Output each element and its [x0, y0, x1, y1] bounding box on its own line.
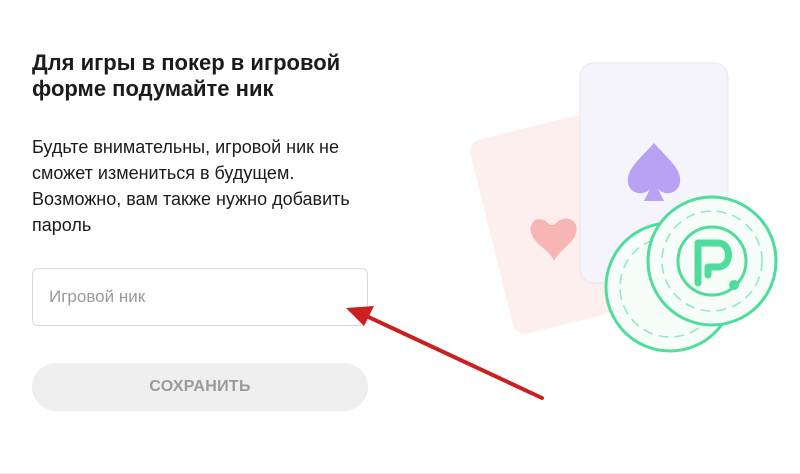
form-description: Будьте внимательны, игровой ник не сможе… — [32, 137, 350, 235]
save-button[interactable]: СОХРАНИТЬ — [32, 363, 368, 411]
page-title: Для игры в покер в игровой форме подумай… — [32, 50, 341, 101]
nickname-page: Для игры в покер в игровой форме подумай… — [0, 0, 800, 474]
nickname-input[interactable] — [32, 268, 368, 326]
poker-illustration — [470, 62, 778, 353]
nickname-form: Для игры в покер в игровой форме подумай… — [32, 50, 372, 238]
